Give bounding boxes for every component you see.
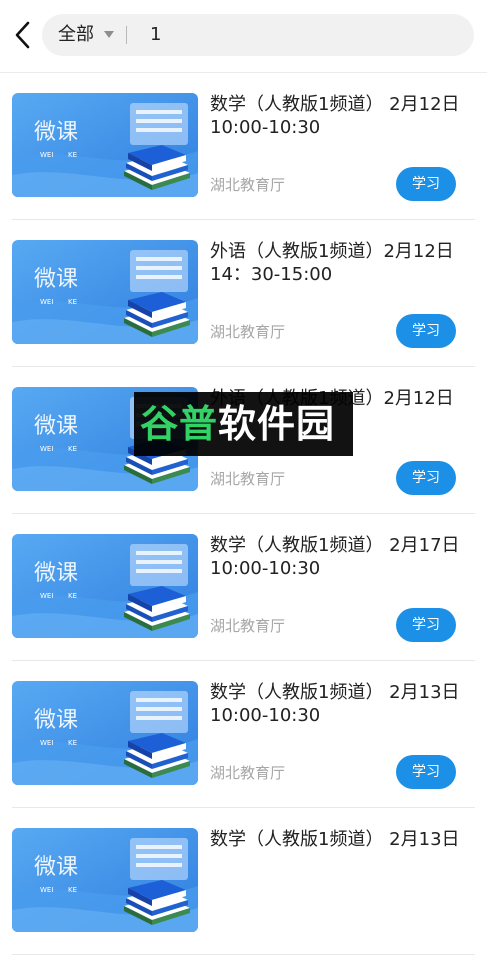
course-source: 湖北教育厅 <box>210 617 286 635</box>
category-filter-label[interactable]: 全部 <box>58 14 94 56</box>
thumbnail-title: 微课 <box>34 708 78 733</box>
thumbnail-title: 微课 <box>34 561 78 586</box>
course-thumbnail-art: 微课 WEI KE <box>12 93 198 197</box>
course-title: 数学（人教版1频道） 2月12日 10:00-10:30 <box>210 94 460 138</box>
course-thumbnail[interactable]: 微课 WEI KE <box>12 681 198 785</box>
thumbnail-subtitle-left: WEI <box>40 886 53 894</box>
course-title: 数学（人教版1频道） 2月13日 10:00-10:30 <box>210 682 460 726</box>
study-button[interactable]: 学习 <box>396 167 456 201</box>
study-button[interactable]: 学习 <box>396 755 456 789</box>
back-button[interactable] <box>8 18 38 52</box>
watermark-text-white: 软件园 <box>218 402 336 446</box>
study-button[interactable]: 学习 <box>396 461 456 495</box>
thumbnail-title: 微课 <box>34 414 78 439</box>
thumbnail-subtitle-right: KE <box>68 592 77 600</box>
thumbnail-title: 微课 <box>34 120 78 145</box>
course-source: 湖北教育厅 <box>210 764 286 782</box>
search-bar[interactable]: 全部 1 <box>42 14 474 56</box>
top-bar: 全部 1 <box>0 0 487 72</box>
chevron-down-icon[interactable] <box>104 31 114 38</box>
course-thumbnail[interactable]: 微课 WEI KE <box>12 534 198 638</box>
course-thumbnail-art: 微课 WEI KE <box>12 240 198 344</box>
thumbnail-subtitle-left: WEI <box>40 298 53 306</box>
course-title: 数学（人教版1频道） 2月17日 10:00-10:30 <box>210 535 460 579</box>
course-title: 数学（人教版1频道） 2月13日 <box>210 829 460 850</box>
search-input[interactable]: 1 <box>150 14 161 56</box>
thumbnail-title: 微课 <box>34 267 78 292</box>
watermark-text-green: 谷普 <box>140 402 219 446</box>
thumbnail-subtitle-left: WEI <box>40 445 53 453</box>
thumbnail-subtitle-right: KE <box>68 298 77 306</box>
thumbnail-title: 微课 <box>34 855 78 880</box>
thumbnail-subtitle-right: KE <box>68 151 77 159</box>
back-arrow-icon <box>15 21 30 49</box>
search-divider <box>126 26 127 44</box>
course-thumbnail-art: 微课 WEI KE <box>12 828 198 932</box>
course-item[interactable]: 微课 WEI KE 数学（人教版1频道） 2月13日 <box>0 808 487 955</box>
thumbnail-subtitle-right: KE <box>68 739 77 747</box>
course-item[interactable]: 微课 WEI KE 数学（人教版1频道） 2月12日 10:00-10:30 湖北教育… <box>0 73 487 220</box>
course-source: 湖北教育厅 <box>210 176 286 194</box>
course-thumbnail[interactable]: 微课 WEI KE <box>12 240 198 344</box>
watermark: 谷普软件园 <box>134 392 353 456</box>
study-button[interactable]: 学习 <box>396 314 456 348</box>
thumbnail-subtitle-left: WEI <box>40 151 53 159</box>
course-thumbnail-art: 微课 WEI KE <box>12 534 198 638</box>
thumbnail-subtitle-right: KE <box>68 445 77 453</box>
course-thumbnail[interactable]: 微课 WEI KE <box>12 93 198 197</box>
course-list: 微课 WEI KE 数学（人教版1频道） 2月12日 10:00-10:30 湖北教育… <box>0 73 487 955</box>
course-item[interactable]: 微课 WEI KE 数学（人教版1频道） 2月17日 10:00-10:30 湖北教育… <box>0 514 487 661</box>
thumbnail-subtitle-left: WEI <box>40 739 53 747</box>
course-item[interactable]: 微课 WEI KE 数学（人教版1频道） 2月13日 10:00-10:30 湖北教育… <box>0 661 487 808</box>
thumbnail-subtitle-right: KE <box>68 886 77 894</box>
course-source: 湖北教育厅 <box>210 470 286 488</box>
course-thumbnail-art: 微课 WEI KE <box>12 681 198 785</box>
study-button[interactable]: 学习 <box>396 608 456 642</box>
course-source: 湖北教育厅 <box>210 323 286 341</box>
course-thumbnail[interactable]: 微课 WEI KE <box>12 828 198 932</box>
course-item[interactable]: 微课 WEI KE 外语（人教版1频道）2月12日 14：30-15:00 湖北教育厅… <box>0 220 487 367</box>
course-title: 外语（人教版1频道）2月12日 14：30-15:00 <box>210 241 454 285</box>
thumbnail-subtitle-left: WEI <box>40 592 53 600</box>
